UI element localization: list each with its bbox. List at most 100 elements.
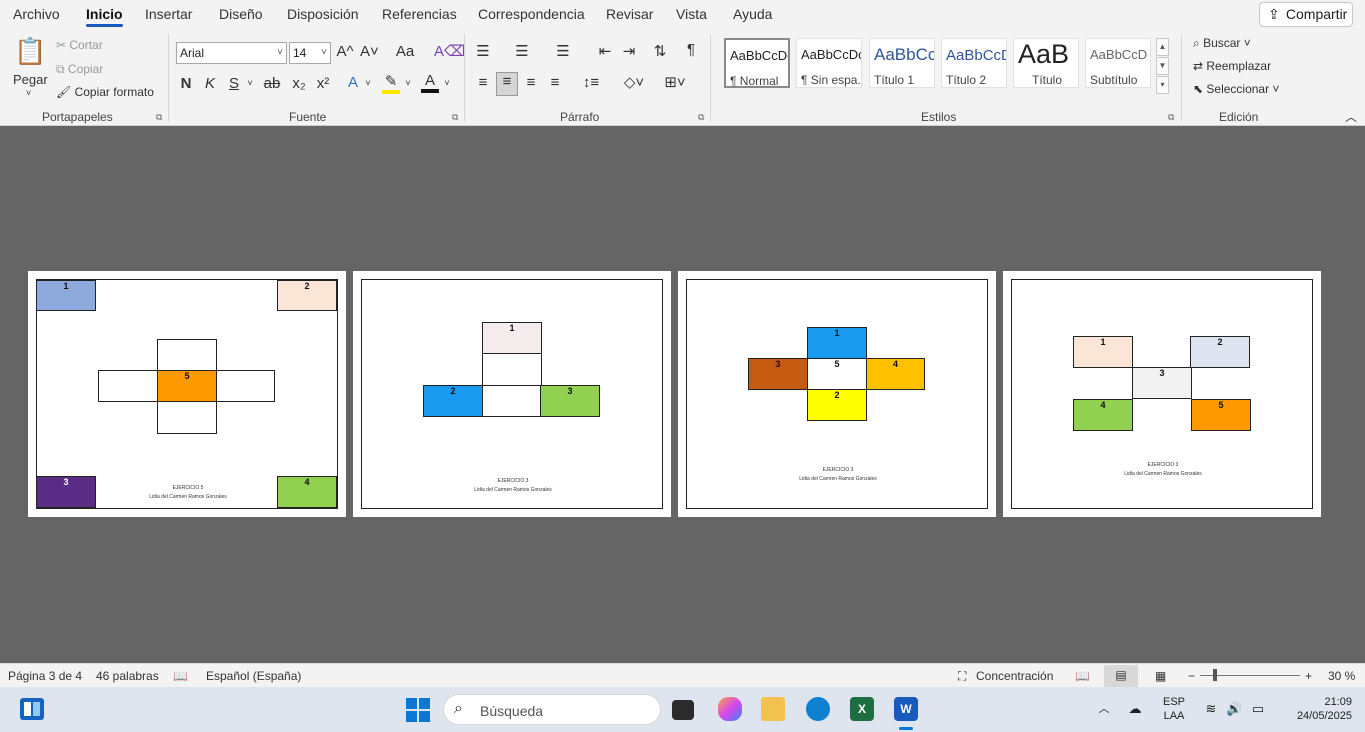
pilcrow-icon[interactable]: ¶ bbox=[683, 41, 699, 58]
align-right-icon[interactable]: ≡ bbox=[521, 74, 541, 91]
zoom-level[interactable]: 30 % bbox=[1328, 669, 1355, 683]
bold-button[interactable]: N bbox=[178, 75, 194, 92]
page-3[interactable]: 1 3 5 4 2 EJERCICIO 3 Lidia del Carmen R… bbox=[678, 271, 996, 517]
shrink-font-icon[interactable]: A˅ bbox=[360, 43, 379, 60]
tab-disposicion[interactable]: Disposición bbox=[287, 6, 359, 22]
task-view-icon[interactable] bbox=[672, 700, 694, 720]
battery-icon[interactable]: ▭ bbox=[1250, 702, 1266, 716]
gallery-up-icon[interactable]: ▲ bbox=[1156, 38, 1169, 56]
tab-diseno[interactable]: Diseño bbox=[219, 6, 263, 22]
zoom-in-icon[interactable]: + bbox=[1305, 669, 1312, 683]
launcher-icon[interactable]: ⧉ bbox=[698, 112, 704, 123]
borders-icon[interactable]: ⊞˅ bbox=[660, 73, 690, 91]
style-heading-2[interactable]: AaBbCcD Título 2 bbox=[941, 38, 1007, 88]
text-effects-icon[interactable]: A bbox=[344, 74, 362, 91]
style-no-spacing[interactable]: AaBbCcDc ¶ Sin espa... bbox=[796, 38, 862, 88]
zoom-slider[interactable] bbox=[1200, 669, 1300, 681]
paste-button[interactable]: 📋 Pegar ˅ bbox=[10, 34, 50, 104]
italic-button[interactable]: K bbox=[202, 75, 218, 92]
zoom-thumb[interactable] bbox=[1213, 669, 1217, 681]
launcher-icon[interactable]: ⧉ bbox=[156, 112, 162, 123]
launcher-icon[interactable]: ⧉ bbox=[1168, 112, 1174, 123]
gallery-down-icon[interactable]: ▼ bbox=[1156, 57, 1169, 75]
share-button[interactable]: ⇪ Compartir bbox=[1259, 2, 1353, 27]
print-layout-icon[interactable]: ▤ bbox=[1104, 665, 1138, 687]
taskbar-search[interactable]: ⌕ Búsqueda bbox=[443, 694, 661, 725]
volume-icon[interactable]: 🔊 bbox=[1226, 702, 1242, 716]
page-count[interactable]: Página 3 de 4 bbox=[8, 669, 82, 683]
underline-button[interactable]: S bbox=[226, 75, 242, 92]
sort-icon[interactable]: ⇅ bbox=[651, 42, 669, 60]
chevron-down-icon[interactable]: ˅ bbox=[245, 78, 255, 88]
start-button[interactable] bbox=[406, 698, 430, 722]
chevron-down-icon[interactable]: ˅ bbox=[363, 78, 373, 88]
numbering-icon[interactable]: ☰ bbox=[512, 42, 532, 60]
taskbar: ⌕ Búsqueda X W ︿ ☁ ESP LAA ≋ 🔊 ▭ 21:09 2… bbox=[0, 687, 1365, 732]
word-count[interactable]: 46 palabras bbox=[96, 669, 159, 683]
tab-referencias[interactable]: Referencias bbox=[382, 6, 457, 22]
tab-ayuda[interactable]: Ayuda bbox=[733, 6, 772, 22]
decrease-indent-icon[interactable]: ⇤ bbox=[596, 42, 614, 60]
file-explorer-icon[interactable] bbox=[761, 697, 785, 721]
tab-inicio[interactable]: Inicio bbox=[86, 6, 123, 27]
copy-button[interactable]: ⧉ Copiar bbox=[56, 62, 103, 77]
line-spacing-icon[interactable]: ↕≡ bbox=[578, 74, 604, 91]
tab-archivo[interactable]: Archivo bbox=[13, 6, 60, 22]
page-4[interactable]: 1 2 3 4 5 EJERCICIO 3 Lidia del Carmen R… bbox=[1003, 271, 1321, 517]
collapse-ribbon-icon[interactable]: ︿ bbox=[1344, 108, 1358, 125]
chevron-up-icon[interactable]: ︿ bbox=[1097, 702, 1111, 716]
format-painter-button[interactable]: 🖌 Copiar formato bbox=[56, 85, 154, 99]
subscript-button[interactable]: x₂ bbox=[290, 75, 308, 92]
onedrive-icon[interactable]: ☁ bbox=[1126, 702, 1144, 716]
focus-icon[interactable]: ⛶ bbox=[958, 669, 966, 684]
language-status[interactable]: Español (España) bbox=[206, 669, 301, 683]
highlight-icon[interactable]: ✎ bbox=[382, 72, 400, 94]
change-case-icon[interactable]: Aa bbox=[390, 43, 420, 60]
chevron-down-icon[interactable]: ˅ bbox=[442, 78, 452, 88]
tab-correspondencia[interactable]: Correspondencia bbox=[478, 6, 585, 22]
superscript-button[interactable]: x² bbox=[314, 75, 332, 92]
font-color-icon[interactable]: A bbox=[421, 72, 439, 93]
page-1[interactable]: 1 2 5 3 4 EJERCICIO 5 Lidia del Carmen R… bbox=[28, 271, 346, 517]
chevron-down-icon[interactable]: ˅ bbox=[403, 78, 413, 88]
style-heading-1[interactable]: AaBbCc Título 1 bbox=[869, 38, 935, 88]
input-language[interactable]: ESP LAA bbox=[1158, 695, 1190, 723]
style-subtitle[interactable]: AaBbCcD Subtítulo bbox=[1085, 38, 1151, 88]
copilot-icon[interactable] bbox=[718, 697, 742, 721]
style-normal[interactable]: AaBbCcDc ¶ Normal bbox=[724, 38, 790, 88]
word-icon[interactable]: W bbox=[894, 697, 918, 721]
edge-icon[interactable] bbox=[806, 697, 830, 721]
justify-icon[interactable]: ≡ bbox=[545, 74, 565, 91]
tab-insertar[interactable]: Insertar bbox=[145, 6, 192, 22]
font-size-select[interactable]: 14 ˅ bbox=[289, 42, 331, 64]
read-mode-icon[interactable]: 📖 bbox=[1075, 669, 1090, 683]
launcher-icon[interactable]: ⧉ bbox=[452, 112, 458, 123]
shading-icon[interactable]: ◇˅ bbox=[621, 73, 647, 91]
find-button[interactable]: ⌕ Buscar ˅ bbox=[1193, 36, 1251, 51]
clock[interactable]: 21:09 24/05/2025 bbox=[1280, 695, 1352, 723]
tab-vista[interactable]: Vista bbox=[676, 6, 707, 22]
align-center-icon[interactable]: ≡ bbox=[496, 72, 518, 96]
zoom-out-icon[interactable]: − bbox=[1188, 669, 1195, 683]
increase-indent-icon[interactable]: ⇥ bbox=[620, 42, 638, 60]
clear-format-icon[interactable]: A⌫ bbox=[434, 42, 465, 60]
multilevel-list-icon[interactable]: ☰ bbox=[553, 42, 573, 60]
font-family-select[interactable]: Arial ˅ bbox=[176, 42, 287, 64]
style-title[interactable]: AaB Título bbox=[1013, 38, 1079, 88]
widgets-icon[interactable] bbox=[20, 698, 44, 720]
cut-button[interactable]: ✂ Cortar bbox=[56, 38, 103, 52]
web-layout-icon[interactable]: ▦ bbox=[1155, 669, 1166, 683]
grow-font-icon[interactable]: A^ bbox=[336, 43, 354, 60]
page-2[interactable]: 1 2 3 EJERCICIO 3 Lidia del Carmen Ramos… bbox=[353, 271, 671, 517]
tab-revisar[interactable]: Revisar bbox=[606, 6, 653, 22]
bullets-icon[interactable]: ☰ bbox=[473, 42, 493, 60]
align-left-icon[interactable]: ≡ bbox=[473, 74, 493, 91]
excel-icon[interactable]: X bbox=[850, 697, 874, 721]
replace-button[interactable]: ⇄ Reemplazar bbox=[1193, 59, 1271, 73]
select-button[interactable]: ⬉ Seleccionar ˅ bbox=[1193, 82, 1279, 96]
proofing-icon[interactable]: 📖 bbox=[173, 669, 188, 683]
gallery-more-icon[interactable]: ▾ bbox=[1156, 76, 1169, 94]
wifi-icon[interactable]: ≋ bbox=[1203, 702, 1219, 716]
focus-mode-button[interactable]: Concentración bbox=[976, 669, 1053, 683]
strikethrough-button[interactable]: ab bbox=[262, 75, 282, 92]
